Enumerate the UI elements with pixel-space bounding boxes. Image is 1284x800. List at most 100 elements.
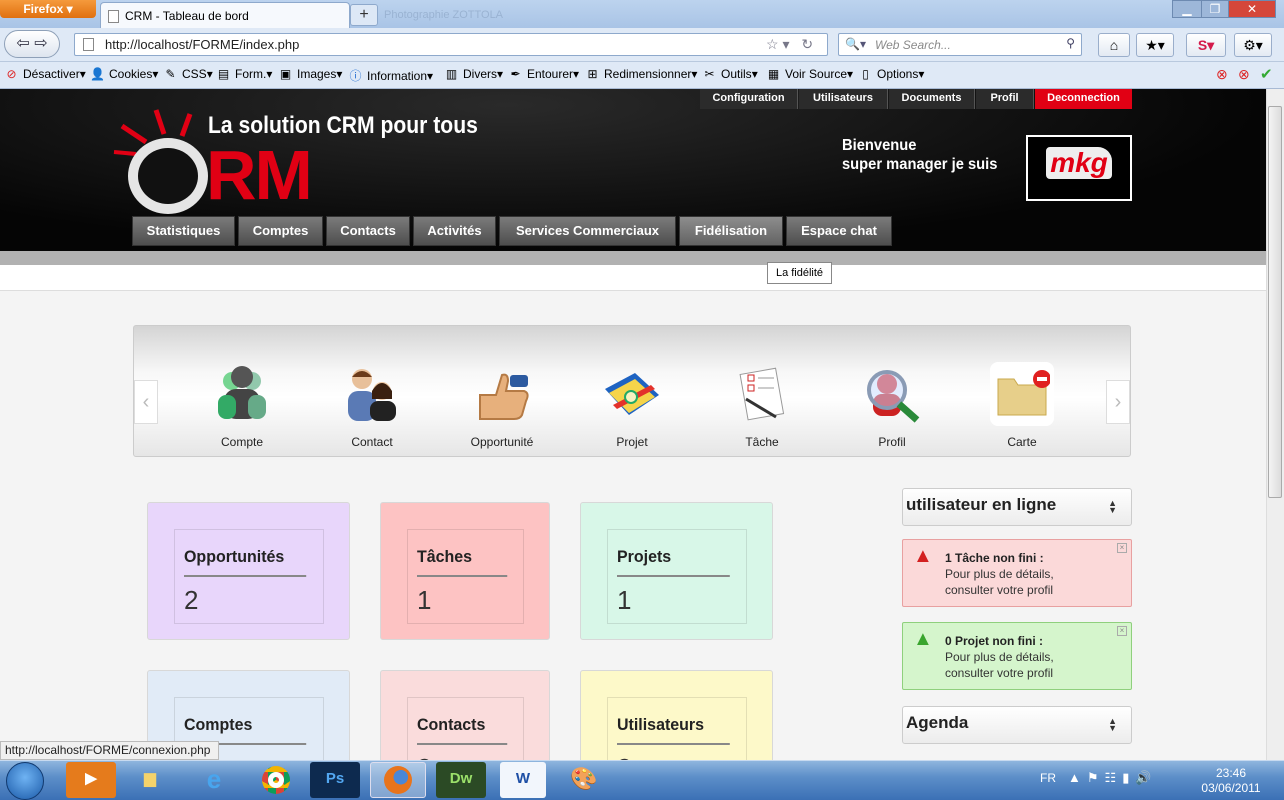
toolbar-resize[interactable]: ⊞ Redimensionner▾ [585, 67, 697, 81]
online-users-widget[interactable]: utilisateur en ligne ▲ ▼ [902, 488, 1132, 526]
tray-up-arrow-icon[interactable]: ▲ [1068, 770, 1087, 785]
chrome-icon[interactable] [248, 762, 304, 798]
explorer-folder-icon[interactable]: ▆ [122, 762, 178, 798]
carousel-item-carte[interactable]: Carte [972, 362, 1072, 449]
tray-network-icon[interactable]: ☷ [1105, 770, 1123, 785]
carousel-item-compte[interactable]: Compte [192, 362, 292, 449]
nav-fidelisation[interactable]: Fidélisation [679, 216, 783, 246]
submenu-strip [0, 265, 1266, 291]
carousel-label: Profil [878, 435, 906, 449]
language-indicator[interactable]: FR [1040, 771, 1056, 785]
media-player-icon[interactable]: ▶ [66, 762, 116, 798]
firefox-taskbar-icon[interactable] [370, 762, 426, 798]
nav-contacts[interactable]: Contacts [326, 216, 410, 246]
carousel-item-profil[interactable]: Profil [842, 362, 942, 449]
validation-check-icon[interactable]: ✔ [1260, 65, 1273, 83]
carousel-item-contact[interactable]: Contact [322, 362, 422, 449]
stumble-addon-icon[interactable]: S▾ [1186, 33, 1226, 57]
close-notice-icon[interactable]: × [1117, 543, 1127, 553]
project-notice-title: 0 Projet non fini : [945, 634, 1043, 648]
tile-opportunites[interactable]: Opportunités 2 [147, 502, 350, 640]
agenda-widget[interactable]: Agenda ▲ ▼ [902, 706, 1132, 744]
scrollbar-thumb[interactable] [1268, 106, 1282, 498]
addon-menu-icon[interactable]: ⚙▾ [1234, 33, 1272, 57]
toolbar-disable[interactable]: ⊘ Désactiver▾ [4, 67, 85, 81]
carousel-next-button[interactable]: › [1106, 380, 1130, 424]
search-engine-icon[interactable]: 🔍▾ [845, 37, 866, 51]
carousel-item-tache[interactable]: Tâche [712, 362, 812, 449]
welcome-line-1: Bienvenue [842, 137, 917, 154]
carousel-item-projet[interactable]: Projet [582, 362, 682, 449]
bookmark-star-icon[interactable]: ☆ [766, 36, 779, 52]
agenda-title: Agenda [906, 713, 969, 732]
toolbar-tools[interactable]: ✂ Outils▾ [702, 67, 757, 81]
search-go-icon[interactable]: ⚲ [1066, 36, 1075, 50]
topnav-profile[interactable]: Profil [976, 89, 1034, 109]
topnav-configuration[interactable]: Configuration [700, 89, 798, 109]
nav-activites[interactable]: Activités [413, 216, 496, 246]
topnav-users[interactable]: Utilisateurs [799, 89, 888, 109]
source-icon: ▦ [767, 67, 780, 81]
status-bar-url: http://localhost/FORME/connexion.php [0, 741, 219, 760]
image-icon: ▣ [279, 67, 292, 81]
toolbar-css-label: CSS [182, 67, 207, 81]
nav-comptes[interactable]: Comptes [238, 216, 323, 246]
tray-signal-icon[interactable]: ▮ [1122, 770, 1135, 785]
nav-espace-chat[interactable]: Espace chat [786, 216, 892, 246]
expand-collapse-icon[interactable]: ▲ ▼ [1108, 499, 1117, 515]
expand-collapse-icon[interactable]: ▲ ▼ [1108, 717, 1117, 733]
toolbar-information[interactable]: ⓘ Information▾ [348, 67, 433, 84]
maximize-button[interactable]: ❐ [1201, 0, 1229, 18]
system-tray[interactable]: ▲⚑☷▮🔊 [1068, 770, 1158, 786]
nav-statistiques[interactable]: Statistiques [132, 216, 235, 246]
reload-icon[interactable]: ↻ [801, 36, 813, 52]
internet-explorer-icon[interactable]: e [186, 762, 242, 798]
paint-icon[interactable]: 🎨 [556, 762, 612, 798]
photoshop-icon[interactable]: Ps [310, 762, 360, 798]
toolbar-cookies-label: Cookies [109, 67, 153, 81]
url-bar[interactable]: http://localhost/FORME/index.php [74, 33, 828, 56]
home-icon[interactable]: ⌂ [1098, 33, 1130, 57]
taskbar-clock[interactable]: 23:46 03/06/2011 [1196, 766, 1266, 796]
topnav-logout[interactable]: Deconnection [1035, 89, 1132, 109]
nav-services-commerciaux[interactable]: Services Commerciaux [499, 216, 676, 246]
toolbar-options[interactable]: ▯ Options▾ [858, 67, 924, 81]
tile-projets[interactable]: Projets 1 [580, 502, 773, 640]
toolbar-outline[interactable]: ✒ Entourer▾ [508, 67, 579, 81]
close-notice-icon[interactable]: × [1117, 626, 1127, 636]
close-window-button[interactable]: ✕ [1228, 0, 1276, 18]
tile-taches[interactable]: Tâches 1 [380, 502, 550, 640]
tray-flag-icon[interactable]: ⚑ [1087, 770, 1105, 785]
browser-tab[interactable]: CRM - Tableau de bord [100, 2, 350, 28]
tray-volume-icon[interactable]: 🔊 [1135, 770, 1157, 785]
toolbar-forms[interactable]: ▤ Form.▾ [216, 67, 273, 81]
js-error-icon[interactable]: ⊗ [1238, 66, 1250, 83]
toolbar-view-source[interactable]: ▦ Voir Source▾ [766, 67, 853, 81]
minimize-button[interactable]: ▁ [1172, 0, 1202, 18]
tile-value: 1 [617, 585, 632, 615]
back-forward-buttons[interactable]: ⇦ ⇨ [4, 30, 60, 58]
firefox-menu-button[interactable]: Firefox ▾ [0, 0, 96, 18]
windows-start-button[interactable] [6, 762, 44, 800]
tile-title: Opportunités [184, 547, 307, 577]
toolbar-cookies[interactable]: 👤 Cookies▾ [90, 67, 158, 81]
search-input[interactable]: 🔍▾ Web Search... ⚲ [838, 33, 1082, 56]
carousel-prev-button[interactable]: ‹ [134, 380, 158, 424]
word-icon[interactable]: W [500, 762, 546, 798]
info-icon: ⓘ [349, 69, 362, 83]
new-tab-button[interactable]: + [350, 4, 378, 26]
misc-icon: ▥ [445, 67, 458, 81]
carousel-item-opportunite[interactable]: Opportunité [452, 362, 552, 449]
toolbar-images[interactable]: ▣ Images▾ [278, 67, 343, 81]
topnav-documents[interactable]: Documents [889, 89, 975, 109]
toolbar-misc[interactable]: ▥ Divers▾ [444, 67, 503, 81]
toolbar-view-source-label: Voir Source [785, 67, 848, 81]
tile-value: 2 [184, 585, 199, 615]
resize-icon: ⊞ [587, 67, 598, 81]
bookmarks-menu-icon[interactable]: ★▾ [1136, 33, 1174, 57]
toolbar-css[interactable]: ✎ CSS▾ [163, 67, 212, 81]
css-error-icon[interactable]: ⊗ [1216, 66, 1228, 83]
url-bar-actions[interactable]: ☆ ▾ ↻ [766, 36, 826, 54]
task-checklist-icon [730, 362, 794, 426]
dreamweaver-icon[interactable]: Dw [436, 762, 486, 798]
